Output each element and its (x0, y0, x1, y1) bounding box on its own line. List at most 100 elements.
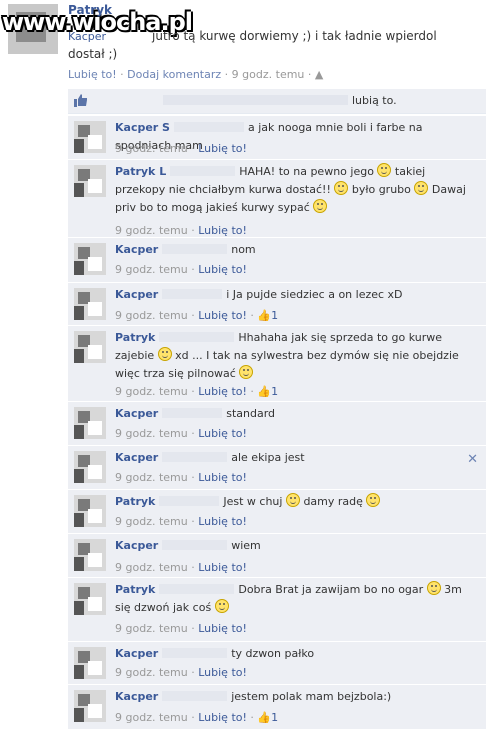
comment-time: 9 godz. temu (115, 427, 188, 440)
comment-item: Patryk Dobra Brat ja zawijam bo no ogar 3… (68, 578, 486, 642)
comment-meta: 9 godz. temu · Lubię to! (115, 224, 247, 237)
comment-text: Kacper standard (115, 405, 468, 423)
comment-item: Patryk Hhahaha jak się sprzeda to go kurw… (68, 326, 486, 402)
hidden-name (162, 691, 228, 701)
like-link[interactable]: Lubię to! (198, 622, 247, 635)
comment-text: Patryk L HAHA! to na pewno jego takiej pr… (115, 163, 468, 217)
comment-time: 9 godz. temu (115, 263, 188, 276)
avatar[interactable] (74, 165, 106, 197)
commenter-name[interactable]: Kacper (115, 451, 158, 464)
comment-meta: 9 godz. temu · Lubię to! (115, 142, 247, 155)
thumbs-up-icon (74, 94, 87, 107)
like-count[interactable]: 👍1 (257, 711, 278, 724)
comment-time: 9 godz. temu (115, 471, 188, 484)
comment-item: Kacper ale ekipa jest 9 godz. temu · Lubi… (68, 446, 486, 490)
comment-body: HAHA! to na pewno jego takiej przekopy n… (115, 163, 466, 214)
like-link[interactable]: Lubię to! (198, 309, 247, 322)
comment-item: Kacper standard 9 godz. temu · Lubię to! (68, 402, 486, 446)
comment-time: 9 godz. temu (115, 622, 188, 635)
comment-item: Patryk Jest w chuj damy radę 9 godz. temu… (68, 490, 486, 534)
like-link[interactable]: Lubię to! (68, 68, 117, 81)
commenter-name[interactable]: Kacper (115, 539, 158, 552)
smiley-icon (285, 493, 300, 507)
like-link[interactable]: Lubię to! (198, 471, 247, 484)
comment-time: 9 godz. temu (115, 711, 188, 724)
commenter-name[interactable]: Patryk (115, 495, 155, 508)
smiley-icon (366, 493, 381, 507)
comment-body: Jest w chuj damy radę (223, 493, 381, 508)
hidden-name (159, 584, 235, 594)
avatar[interactable] (74, 690, 106, 722)
commenter-name[interactable]: Kacper (115, 243, 158, 256)
add-comment-link[interactable]: Dodaj komentarz (127, 68, 221, 81)
comment-text: Kacper jestem polak mam bejzbola:) (115, 688, 468, 706)
comment-body: wiem (231, 539, 261, 552)
comment-text: Kacper wiem (115, 537, 468, 555)
comment-time: 9 godz. temu (115, 515, 188, 528)
commenter-name[interactable]: Kacper (115, 288, 158, 301)
avatar[interactable] (74, 288, 106, 320)
commenter-name[interactable]: Kacper S (115, 121, 170, 134)
hidden-name (162, 452, 228, 462)
avatar[interactable] (74, 495, 106, 527)
hidden-name (162, 648, 228, 658)
close-icon[interactable]: ✕ (467, 452, 478, 467)
avatar[interactable] (74, 583, 106, 615)
commenter-name[interactable]: Patryk L (115, 165, 166, 178)
smiley-icon (334, 181, 349, 195)
separator: · (120, 68, 124, 81)
smiley-icon (313, 199, 328, 213)
comment-meta: 9 godz. temu · Lubię to! · 👍1 (115, 711, 279, 724)
likes-bar: lubią to. (68, 89, 486, 114)
poster-name[interactable]: Patryk (68, 3, 112, 17)
commenter-name[interactable]: Kacper (115, 647, 158, 660)
comment-item: Kacper wiem 9 godz. temu · Lubię to! (68, 534, 486, 578)
comment-meta: 9 godz. temu · Lubię to! (115, 427, 247, 440)
like-link[interactable]: Lubię to! (198, 515, 247, 528)
likes-text: lubią to. (352, 94, 397, 107)
thumbs-up-icon: 👍 (257, 711, 272, 724)
avatar[interactable] (74, 407, 106, 439)
comment-time: 9 godz. temu (115, 561, 188, 574)
like-link[interactable]: Lubię to! (198, 666, 247, 679)
like-count[interactable]: 👍1 (257, 309, 278, 322)
hidden-name (162, 289, 223, 299)
avatar[interactable] (74, 243, 106, 275)
comment-item: Kacper i Ja pujde siedziec a on lezec xD … (68, 283, 486, 326)
comment-text: Kacper nom (115, 241, 468, 259)
comment-text: Patryk Dobra Brat ja zawijam bo no ogar 3… (115, 581, 468, 617)
comment-time: 9 godz. temu (115, 309, 188, 322)
avatar[interactable] (74, 331, 106, 363)
comment-body: nom (231, 243, 256, 256)
smiley-icon (426, 581, 441, 595)
avatar[interactable] (74, 539, 106, 571)
like-link[interactable]: Lubię to! (198, 142, 247, 155)
hidden-name (162, 540, 228, 550)
like-count[interactable]: 👍1 (257, 385, 278, 398)
avatar[interactable] (74, 451, 106, 483)
like-link[interactable]: Lubię to! (198, 224, 247, 237)
like-link[interactable]: Lubię to! (198, 427, 247, 440)
commenter-name[interactable]: Patryk (115, 331, 155, 344)
comment-text: Kacper ty dzwon pałko (115, 645, 468, 663)
commenter-name[interactable]: Kacper (115, 407, 158, 420)
like-link[interactable]: Lubię to! (198, 711, 247, 724)
comment-body: standard (226, 407, 276, 420)
comment-meta: 9 godz. temu · Lubię to! · 👍1 (115, 309, 279, 322)
hidden-name (159, 496, 220, 506)
comment-time: 9 godz. temu (115, 224, 188, 237)
avatar[interactable] (74, 121, 106, 153)
avatar[interactable] (74, 647, 106, 679)
hidden-name (162, 244, 228, 254)
smiley-icon (214, 599, 229, 613)
comment-time: 9 godz. temu (115, 666, 188, 679)
like-link[interactable]: Lubię to! (198, 263, 247, 276)
thumbs-up-icon: 👍 (257, 385, 272, 398)
like-link[interactable]: Lubię to! (198, 561, 247, 574)
commenter-name[interactable]: Patryk (115, 583, 155, 596)
like-link[interactable]: Lubię to! (198, 385, 247, 398)
hidden-names (163, 95, 348, 105)
comment-meta: 9 godz. temu · Lubię to! (115, 666, 247, 679)
comment-meta: 9 godz. temu · Lubię to! (115, 561, 247, 574)
commenter-name[interactable]: Kacper (115, 690, 158, 703)
